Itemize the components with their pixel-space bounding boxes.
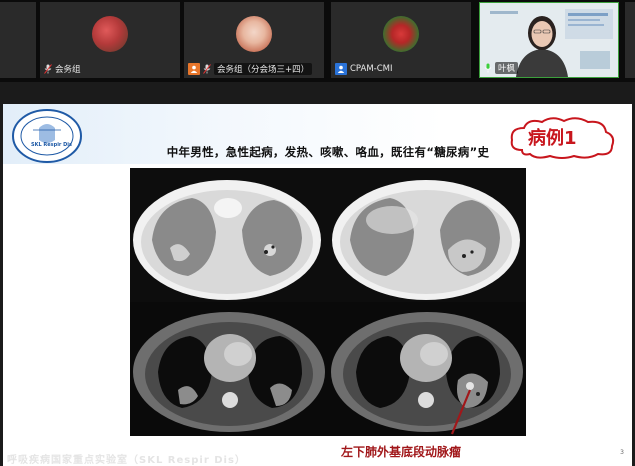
logo-text: SKL Respir Dis <box>31 142 72 148</box>
participant-label-area: 叶枫 <box>484 61 519 75</box>
participant-name: CPAM-CMI <box>350 64 393 74</box>
participant-name: 会务组 <box>55 65 81 75</box>
participant-name: 叶枫 <box>495 62 519 74</box>
user-icon <box>335 63 347 75</box>
slide-page-number: 3 <box>620 449 624 456</box>
participant-avatar <box>383 16 419 52</box>
mic-muted-icon <box>44 64 52 74</box>
participant-tile-3[interactable]: CPAM-CMI <box>331 2 471 78</box>
mic-active-icon <box>484 63 492 73</box>
mic-muted-icon <box>203 64 211 74</box>
slide-footer: 呼吸疾病国家重点实验室（SKL Respir Dis） <box>7 455 246 466</box>
participant-strip: 会务组 会务组（分会场三+四） CPAM-CMI 叶枫 <box>0 0 635 82</box>
participant-label-area: CPAM-CMI <box>335 62 393 76</box>
ct-image-panel <box>130 168 526 436</box>
institute-logo <box>12 109 82 163</box>
participant-tile-partial[interactable] <box>625 2 635 78</box>
ct-scan-image <box>130 168 526 436</box>
slide-title: 中年男性，急性起病，发热、咳嗽、咯血，既往有“糖尿病”史 <box>166 145 490 159</box>
case-label: 病例1 <box>528 128 577 149</box>
participant-label-area: 会务组（分会场三+四） <box>188 62 313 76</box>
participant-tile-partial[interactable] <box>0 2 36 78</box>
participant-label-area: 会务组 <box>44 62 81 76</box>
participant-tile-2[interactable]: 会务组（分会场三+四） <box>184 2 324 78</box>
participant-tile-1[interactable]: 会务组 <box>40 2 180 78</box>
participant-tile-active-speaker[interactable]: 叶枫 <box>479 2 619 78</box>
shared-slide: SKL Respir Dis 病例1 中年男性，急性起病，发热、咳嗽、咯血，既往… <box>3 104 632 466</box>
user-icon <box>188 63 200 75</box>
slide-caption: 左下肺外基底段动脉瘤 <box>341 445 462 459</box>
participant-avatar <box>236 16 272 52</box>
participant-avatar <box>92 16 128 52</box>
participant-name: 会务组（分会场三+四） <box>214 63 313 75</box>
